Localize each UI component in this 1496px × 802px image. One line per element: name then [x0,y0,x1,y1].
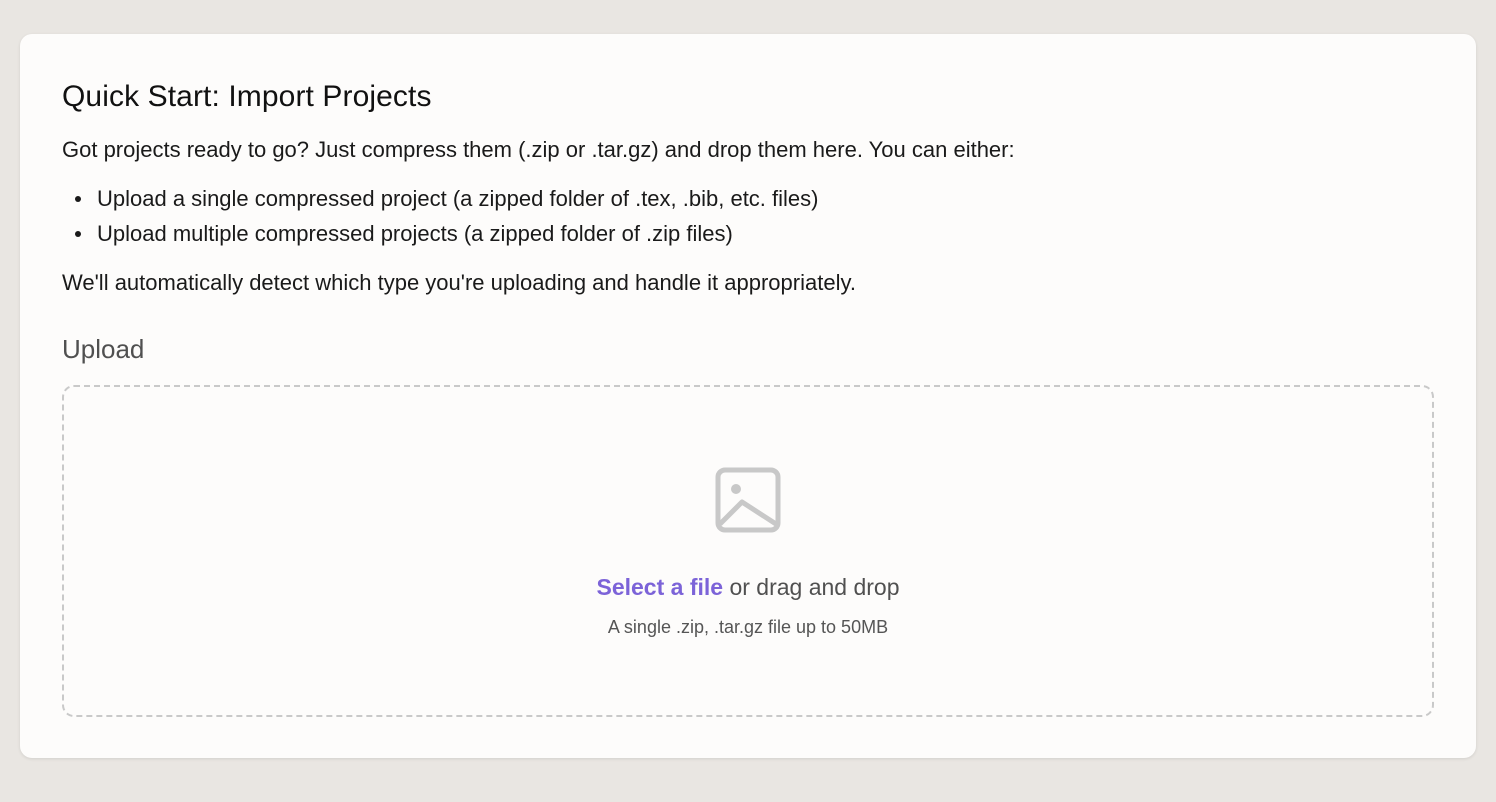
upload-heading: Upload [62,334,145,364]
image-icon [715,467,781,533]
import-card: Quick Start: Import Projects Got project… [20,34,1476,758]
page-title: Quick Start: Import Projects [62,80,432,113]
auto-detect-text: We'll automatically detect which type yo… [62,270,856,295]
drop-instructions: Select a file or drag and drop [64,574,1432,601]
upload-options-list: Upload a single compressed project (a zi… [62,184,818,254]
select-file-link[interactable]: Select a file [596,574,723,600]
drag-drop-text: or drag and drop [723,574,900,600]
list-item: Upload a single compressed project (a zi… [74,184,818,219]
list-item: Upload multiple compressed projects (a z… [74,219,818,254]
intro-text: Got projects ready to go? Just compress … [62,137,1015,162]
file-dropzone[interactable]: Select a file or drag and drop A single … [62,385,1434,717]
file-limit-text: A single .zip, .tar.gz file up to 50MB [607,617,889,637]
